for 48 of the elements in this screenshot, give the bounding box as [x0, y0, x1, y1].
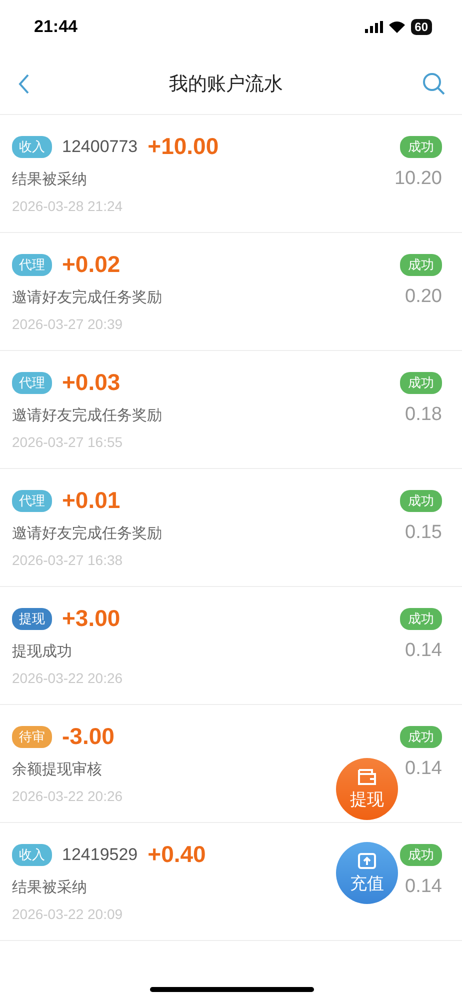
- status-tag: 成功: [400, 372, 442, 394]
- record-description: 结果被采纳: [12, 878, 87, 896]
- record-description: 邀请好友完成任务奖励: [12, 524, 162, 542]
- status-tag: 成功: [400, 844, 442, 866]
- record-description: 邀请好友完成任务奖励: [12, 406, 162, 424]
- record-description: 结果被采纳: [12, 170, 87, 188]
- balance: 10.20: [394, 168, 442, 190]
- amount: +0.03: [62, 369, 120, 396]
- status-tag: 成功: [400, 608, 442, 630]
- type-tag: 代理: [12, 372, 52, 394]
- type-tag: 提现: [12, 608, 52, 630]
- balance: 0.18: [405, 404, 442, 426]
- amount: +0.40: [148, 841, 206, 868]
- balance: 0.14: [405, 640, 442, 662]
- status-time: 21:44: [34, 17, 78, 37]
- amount: -3.00: [62, 723, 114, 750]
- recharge-button[interactable]: 充值: [336, 842, 398, 904]
- search-icon[interactable]: [422, 72, 446, 96]
- wifi-icon: [388, 21, 405, 33]
- record-description: 提现成功: [12, 642, 72, 660]
- upload-icon: [357, 852, 377, 870]
- status-tag: 成功: [400, 726, 442, 748]
- status-tag: 成功: [400, 136, 442, 158]
- balance: 0.20: [405, 286, 442, 308]
- type-tag: 收入: [12, 844, 52, 866]
- order-number: 12400773: [62, 136, 138, 156]
- amount: +0.02: [62, 251, 120, 278]
- status-tag: 成功: [400, 254, 442, 276]
- amount: +3.00: [62, 605, 120, 632]
- balance: 0.15: [405, 522, 442, 544]
- signal-icon: [364, 21, 383, 33]
- amount: +10.00: [148, 133, 219, 160]
- withdraw-button[interactable]: 提现: [336, 758, 398, 820]
- record-description: 余额提现审核: [12, 760, 102, 778]
- balance: 0.14: [405, 758, 442, 780]
- wallet-icon: [357, 768, 377, 786]
- type-tag: 收入: [12, 136, 52, 158]
- record-description: 邀请好友完成任务奖励: [12, 288, 162, 306]
- type-tag: 代理: [12, 490, 52, 512]
- back-icon[interactable]: [18, 73, 30, 95]
- balance: 0.14: [405, 876, 442, 898]
- type-tag: 待审: [12, 726, 52, 748]
- amount: +0.01: [62, 487, 120, 514]
- order-number: 12419529: [62, 844, 138, 864]
- battery-icon: 60: [410, 19, 432, 35]
- type-tag: 代理: [12, 254, 52, 276]
- status-tag: 成功: [400, 490, 442, 512]
- page-title: 我的账户流水: [169, 73, 283, 97]
